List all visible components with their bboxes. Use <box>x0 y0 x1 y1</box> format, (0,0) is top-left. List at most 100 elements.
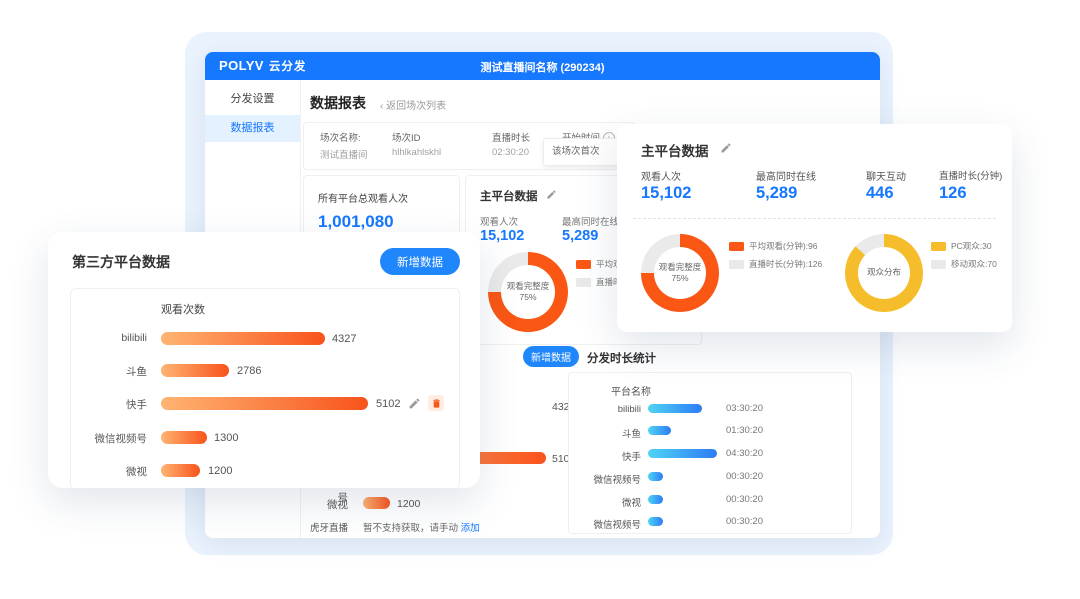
notice-text: 暂不支持获取，请手动 <box>363 523 458 534</box>
time-value: 00:30:20 <box>726 494 763 505</box>
bar-label: 斗鱼 <box>569 426 641 440</box>
legend-swatch <box>576 278 591 287</box>
legend-swatch <box>729 260 744 269</box>
add-manually-link[interactable]: 添加 <box>461 523 480 534</box>
card-title: 第三方平台数据 <box>72 252 170 272</box>
stat-value: 15,102 <box>641 184 691 203</box>
views-chart-panel: 观看次数 bilibili 4327 斗鱼 2786 快手 5102 微信视频号… <box>70 288 460 488</box>
session-id-value: hlhlkahlskhl <box>392 147 441 158</box>
edit-icon[interactable] <box>546 189 557 200</box>
legend-label: 直播时长(分钟):126 <box>749 258 822 270</box>
add-data-button[interactable]: 新增数据 <box>380 248 460 275</box>
third-party-data-card: 第三方平台数据 新增数据 观看次数 bilibili 4327 斗鱼 2786 … <box>48 232 480 488</box>
time-value: 00:30:20 <box>726 471 763 482</box>
inline-stat-value: 15,102 <box>480 228 524 244</box>
bar <box>648 472 717 481</box>
bar-label: 微视 <box>569 495 641 509</box>
inline-stat-label: 观看人次 <box>480 214 518 228</box>
time-value: 04:30:20 <box>726 448 763 459</box>
audience-donut-chart: 观众分布 <box>845 234 923 312</box>
inline-stat-label: 最高同时在线 <box>562 214 619 228</box>
bar <box>648 449 717 458</box>
legend-swatch <box>576 260 591 269</box>
donut-center-label: 观看完整度75% <box>654 247 706 299</box>
delete-icon[interactable] <box>428 395 444 411</box>
completion-donut-chart: 观看完整度75% <box>641 234 719 312</box>
live-duration-value: 02:30:20 <box>492 147 529 158</box>
add-data-button[interactable]: 新增数据 <box>523 346 579 367</box>
bar <box>648 404 717 413</box>
legend-item: 平均观看(分钟):96 <box>729 240 817 252</box>
time-value: 01:30:20 <box>726 425 763 436</box>
donut-center-label: 观众分布 <box>858 247 910 299</box>
stat-label: 观看人次 <box>641 168 681 183</box>
bar <box>161 364 368 377</box>
bar-value: 5102 <box>376 398 400 410</box>
legend-label: PC观众:30 <box>951 240 992 252</box>
session-name-label: 场次名称: <box>320 130 361 144</box>
inline-stat-value: 5,289 <box>562 228 598 244</box>
completion-donut-chart: 观看完整度75% <box>488 252 568 332</box>
bar-label: 微信视频号 <box>71 431 147 446</box>
session-id-label: 场次ID <box>392 130 421 144</box>
inline-main-title: 主平台数据 <box>480 188 538 204</box>
bar <box>648 517 717 526</box>
stat-value: 446 <box>866 184 894 203</box>
unsupported-platform-label: 虎牙直播 <box>300 520 348 534</box>
bar-label: 微信视频号 <box>569 472 641 486</box>
bar-label: bilibili <box>71 332 147 344</box>
bar <box>161 397 368 410</box>
legend-swatch <box>931 242 946 251</box>
sidebar-item-data-report[interactable]: 数据报表 <box>205 115 300 142</box>
legend-item: 直播时长(分钟):126 <box>729 258 822 270</box>
bar-value: 1200 <box>397 498 420 510</box>
divider <box>633 218 996 219</box>
bar <box>648 495 717 504</box>
stat-value: 5,289 <box>756 184 797 203</box>
legend-item: PC观众:30 <box>931 240 992 252</box>
total-views-label: 所有平台总观看人次 <box>318 190 408 205</box>
sidebar-item-distribution-settings[interactable]: 分发设置 <box>205 86 300 113</box>
page-title: 数据报表 <box>310 93 366 113</box>
bar-label: 快手 <box>569 449 641 463</box>
bar-label: 微视 <box>300 497 348 512</box>
back-to-session-list-link[interactable]: ‹ 返回场次列表 <box>380 97 446 112</box>
bar-value: 2786 <box>237 365 261 377</box>
bar <box>363 497 546 509</box>
edit-icon[interactable] <box>720 142 732 154</box>
chart-title: 观看次数 <box>161 301 205 317</box>
bar-label: 斗鱼 <box>71 364 147 379</box>
start-time-tooltip: 该场次首次 <box>543 138 627 166</box>
time-value: 03:30:20 <box>726 403 763 414</box>
window-title: 测试直播间名称 (290234) <box>205 59 880 75</box>
bar <box>161 431 368 444</box>
legend-label: 平均观看(分钟):96 <box>749 240 817 252</box>
legend-label: 移动观众:70 <box>951 258 997 270</box>
bar <box>648 426 717 435</box>
total-views-value: 1,001,080 <box>318 212 394 232</box>
bar-label: 微信视频号 <box>569 517 641 531</box>
stat-label: 聊天互动 <box>866 168 906 183</box>
back-link-label: 返回场次列表 <box>386 101 446 112</box>
time-value: 00:30:20 <box>726 516 763 527</box>
bar-value: 4327 <box>332 333 356 345</box>
app-header: POLYV云分发 测试直播间名称 (290234) <box>205 52 880 80</box>
bar-label: 微视 <box>71 464 147 479</box>
legend-item: 移动观众:70 <box>931 258 997 270</box>
bar-value: 1200 <box>208 465 232 477</box>
platform-name-header: 平台名称 <box>611 383 651 398</box>
bar-label: 快手 <box>71 397 147 412</box>
card-title: 主平台数据 <box>641 140 709 160</box>
stat-label: 直播时长(分钟) <box>939 168 1002 182</box>
stat-label: 最高同时在线 <box>756 168 816 183</box>
legend-swatch <box>931 260 946 269</box>
bar-value: 1300 <box>214 432 238 444</box>
live-duration-label: 直播时长 <box>492 130 530 144</box>
duration-stats-panel: 平台名称 bilibili 03:30:20 斗鱼 01:30:20 快手 04… <box>568 372 852 534</box>
duration-section-title: 分发时长统计 <box>587 350 656 366</box>
legend-swatch <box>729 242 744 251</box>
edit-icon[interactable] <box>408 397 421 410</box>
bar-label: bilibili <box>569 404 641 415</box>
chevron-left-icon: ‹ <box>380 101 383 112</box>
session-name-value: 测试直播间 <box>320 147 368 161</box>
